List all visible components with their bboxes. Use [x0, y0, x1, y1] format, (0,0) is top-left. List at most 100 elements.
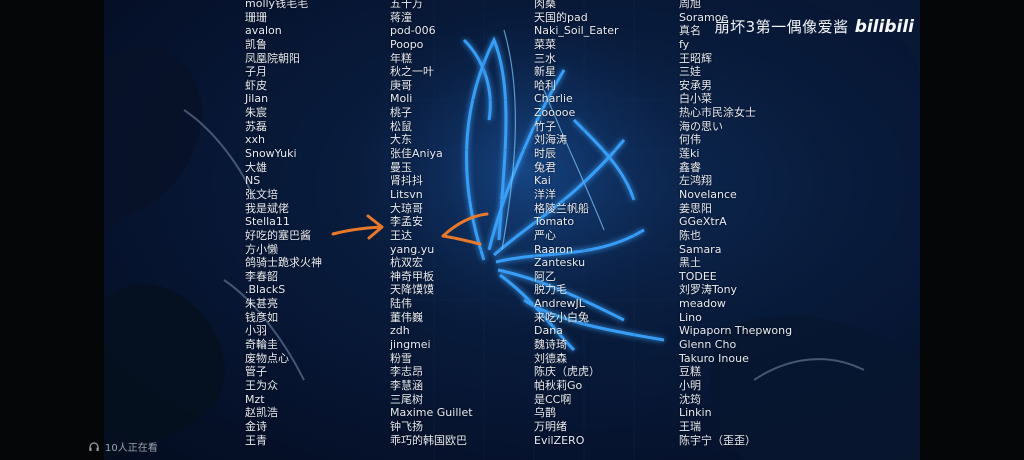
credits-column-4: 周旭 Soramoe 真名 fy 王昭辉 三娃 安承男 白小菜 热心市民涂女士 海の思い 何伟 莲ki…: [679, 0, 792, 447]
credit-name: Mzt: [245, 392, 265, 406]
credit-name: 秋之一叶: [390, 65, 434, 79]
credit-name: Dana: [534, 324, 563, 338]
credit-name: 三尾树: [390, 392, 423, 406]
credit-name: 大琼哥: [390, 201, 423, 215]
credit-name: 凯鲁: [245, 37, 267, 51]
credit-name: 年糕: [390, 51, 412, 65]
credit-name: 时辰: [534, 147, 556, 161]
credit-name: 兔君: [534, 160, 556, 174]
credit-name: Tomato: [534, 215, 575, 229]
credit-name: Zantesku: [534, 256, 586, 270]
credit-name: xxh: [245, 133, 265, 147]
video-frame[interactable]: molly钱毛毛 珊珊 avalon 凯鲁 凤凰院朝阳 子月 虾皮 Jilan 朱宸 苏磊 xxh S…: [104, 0, 920, 460]
credit-name: yang.yu: [390, 242, 435, 256]
credit-name: 方小懒: [245, 242, 278, 256]
credit-name: 阿乙: [534, 269, 556, 283]
credit-name: TODEE: [679, 269, 717, 283]
credit-name: 三水: [534, 51, 556, 65]
credit-name: 张文培: [245, 187, 278, 201]
credit-name: AndrewJL: [534, 297, 585, 311]
credit-name: SnowYuki: [245, 147, 297, 161]
credit-name: Lino: [679, 310, 702, 324]
credit-name: 格陵兰帆船: [534, 201, 589, 215]
video-player[interactable]: molly钱毛毛 珊珊 avalon 凯鲁 凤凰院朝阳 子月 虾皮 Jilan 朱宸 苏磊 xxh S…: [0, 0, 1024, 460]
credit-name: 李春韶: [245, 269, 278, 283]
credit-name: 钱彦如: [245, 310, 278, 324]
credit-name: Zooooe: [534, 106, 576, 120]
credit-name: 松鼠: [390, 119, 412, 133]
credit-name: 赵凯浩: [245, 406, 278, 420]
credit-name: 金诗: [245, 419, 267, 433]
credit-name: Jilan: [245, 92, 269, 106]
credit-name: 黑土: [679, 256, 701, 270]
credit-name: 小明: [679, 378, 701, 392]
credit-name: Moli: [390, 92, 413, 106]
credit-name: Maxime Guillet: [390, 406, 473, 420]
credit-name: 杭双宏: [390, 256, 423, 270]
credit-name: 天国的pad: [534, 10, 588, 24]
credit-name: 李慧涵: [390, 378, 423, 392]
credit-name: Takuro Inoue: [679, 351, 749, 365]
credit-name: 李志昂: [390, 365, 423, 379]
credit-name: 粉雪: [390, 351, 412, 365]
credit-name: 万明绪: [534, 419, 567, 433]
credit-name: 大东: [390, 133, 412, 147]
credit-name: 凤凰院朝阳: [245, 51, 300, 65]
credit-name: GGeXtrA: [679, 215, 727, 229]
credit-name: 魏诗琦: [534, 338, 567, 352]
credit-name: 董伟巍: [390, 310, 423, 324]
credit-name: 白小菜: [679, 92, 712, 106]
credit-name: 新星: [534, 65, 556, 79]
credit-name: 肉桑: [534, 0, 556, 10]
credit-name: Glenn Cho: [679, 338, 737, 352]
credit-name: 沈筠: [679, 392, 701, 406]
credit-name: 三娃: [679, 65, 701, 79]
credit-name: 管子: [245, 365, 267, 379]
credit-name: 庚哥: [390, 78, 412, 92]
credit-name: 王为众: [245, 378, 278, 392]
credit-name: 好吃的塞巴酱: [245, 228, 311, 242]
bilibili-logo: bilibili: [854, 16, 914, 37]
credit-name: 是CC啊: [534, 392, 572, 406]
credit-name: 朱甚亮: [245, 297, 278, 311]
credit-name: 王青: [245, 433, 267, 447]
credit-name: 菜菜: [534, 37, 556, 51]
credit-name: 钟飞扬: [390, 419, 423, 433]
credit-name: Samara: [679, 242, 722, 256]
credit-name: 天降馍馍: [390, 283, 434, 297]
credit-name: 王达: [390, 228, 412, 242]
credit-name: 陈也: [679, 228, 701, 242]
credit-name: 神奇甲板: [390, 269, 434, 283]
credit-name: 李孟安: [390, 215, 423, 229]
credit-name: 朱宸: [245, 106, 267, 120]
credit-name: 海の思い: [679, 119, 723, 133]
credit-name: 蒋潼: [390, 10, 412, 24]
credit-name: 曼玉: [390, 160, 412, 174]
credit-name: Novelance: [679, 187, 737, 201]
credit-name: 刘海涛: [534, 133, 567, 147]
credit-name: molly钱毛毛: [245, 0, 309, 10]
credit-name: 脱力毛: [534, 283, 567, 297]
credit-name: 五十万: [390, 0, 423, 10]
headset-icon: [89, 441, 99, 451]
credit-name: 竹子: [534, 119, 556, 133]
credit-name: 陈宇宁（歪歪）: [679, 433, 756, 447]
credit-name: 陈庆（虎虎）: [534, 365, 600, 379]
credit-name: 莲ki: [679, 147, 700, 161]
credit-name: 王昭辉: [679, 51, 712, 65]
credit-name: 左鸿翔: [679, 174, 712, 188]
credit-name: 乖巧的韩国欧巴: [390, 433, 467, 447]
credit-name: 陆伟: [390, 297, 412, 311]
credit-name: Poopo: [390, 37, 424, 51]
background-art: [104, 0, 920, 460]
credit-name: avalon: [245, 24, 282, 38]
credit-name: 姜思阳: [679, 201, 712, 215]
credit-name: 鑫睿: [679, 160, 701, 174]
viewer-count: 10人正在看: [88, 439, 158, 454]
credit-name: Wipaporn Thepwong: [679, 324, 793, 338]
credit-name: 废物点心: [245, 351, 289, 365]
credit-name: Stella11: [245, 215, 290, 229]
credit-name: 哈利: [534, 78, 556, 92]
viewer-count-text: 10人正在看: [105, 443, 158, 454]
credit-name: 洋洋: [534, 187, 556, 201]
